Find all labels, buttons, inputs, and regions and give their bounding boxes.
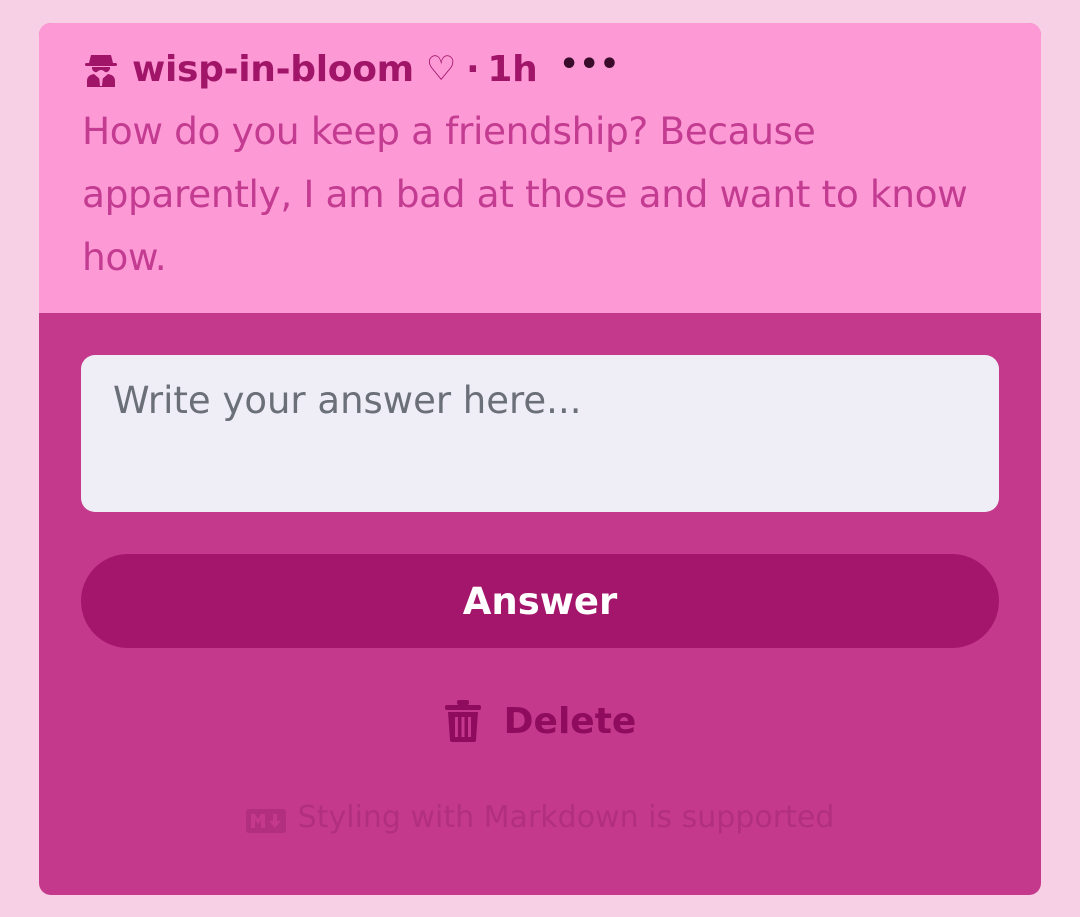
question-meta: wisp-in-bloom ♡ · 1h ••• (82, 23, 1001, 91)
trash-icon (444, 699, 482, 743)
username[interactable]: wisp-in-bloom (132, 49, 414, 90)
question-section: wisp-in-bloom ♡ · 1h ••• How do you keep… (39, 23, 1041, 313)
question-text: How do you keep a friendship? Because ap… (82, 109, 968, 279)
question-card: wisp-in-bloom ♡ · 1h ••• How do you keep… (39, 23, 1041, 895)
more-options-icon[interactable]: ••• (560, 50, 621, 80)
answer-section: Answer Delete (39, 313, 1041, 835)
markdown-note-text: Styling with Markdown is supported (297, 800, 835, 835)
markdown-icon (245, 806, 286, 833)
markdown-note: Styling with Markdown is supported (81, 800, 999, 835)
meta-separator: · (466, 48, 480, 90)
heart-icon[interactable]: ♡ (426, 49, 456, 89)
delete-button[interactable]: Delete (444, 696, 637, 746)
anonymous-spy-icon (82, 50, 120, 88)
delete-label: Delete (503, 700, 637, 742)
answer-button[interactable]: Answer (81, 554, 999, 648)
answer-input[interactable] (81, 355, 999, 512)
timestamp: 1h (487, 48, 538, 90)
